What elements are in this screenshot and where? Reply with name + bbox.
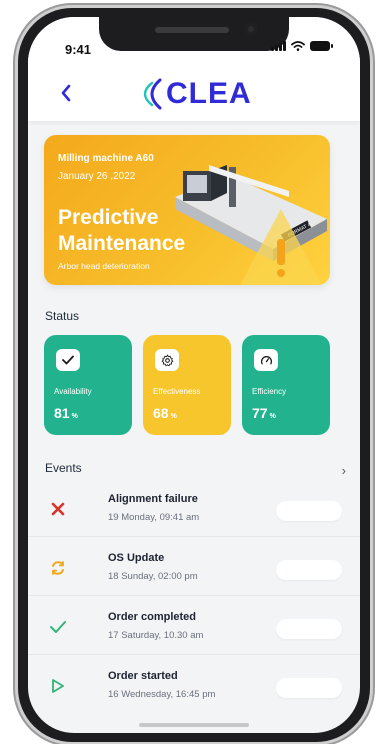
notch <box>99 17 289 51</box>
check-icon <box>48 617 68 637</box>
check-icon <box>62 355 74 365</box>
logo-waves-icon <box>143 78 162 110</box>
card-label: Efficiency <box>252 387 287 396</box>
system-icons <box>271 41 333 51</box>
events-section-title: Events <box>45 461 82 475</box>
status-card-efficiency[interactable]: Efficiency 77% <box>242 335 330 435</box>
card-value: 81% <box>54 405 78 421</box>
event-date: 18 Sunday, 02:00 pm <box>108 571 198 582</box>
event-status-pill <box>276 678 342 698</box>
event-row-order-started[interactable]: Order started 16 Wednesday, 16:45 pm <box>28 656 360 714</box>
status-card-availability[interactable]: Availability 81% <box>44 335 132 435</box>
banner-title: Predictive Maintenance <box>58 205 185 257</box>
signal-icon <box>271 41 286 51</box>
event-row-alignment-failure[interactable]: Alignment failure 19 Monday, 09:41 am <box>28 479 360 537</box>
x-icon <box>48 499 68 519</box>
banner-note: Arbor head deterioration <box>58 261 150 271</box>
battery-icon <box>310 41 333 51</box>
banner-title-line1: Predictive <box>58 206 159 229</box>
banner-date: January 26 ,2022 <box>58 171 136 182</box>
wifi-icon <box>291 41 305 51</box>
event-status-pill <box>276 560 342 580</box>
refresh-icon <box>48 558 68 578</box>
event-date: 17 Saturday, 10.30 am <box>108 630 204 641</box>
clea-logo: CLEA <box>140 77 252 111</box>
status-time: 9:41 <box>65 42 92 57</box>
card-label: Availability <box>54 387 92 396</box>
gear-icon <box>161 354 173 366</box>
status-bar: 9:41 <box>28 17 360 65</box>
phone-frame: 9:41 CLEA FORMAT 4 Milling machine A60 J… <box>18 8 370 742</box>
warning-triangle-icon <box>240 209 322 285</box>
status-card-effectiveness[interactable]: Effectiveness 68% <box>143 335 231 435</box>
event-status-pill <box>276 619 342 639</box>
logo-text: CLEA <box>166 77 252 110</box>
chevron-left-icon <box>61 84 71 102</box>
efficiency-icon-box <box>254 349 278 371</box>
event-title: OS Update <box>108 552 165 564</box>
main-content: FORMAT 4 Milling machine A60 January 26 … <box>28 121 360 733</box>
event-date: 16 Wednesday, 16:45 pm <box>108 689 216 700</box>
status-section-title: Status <box>45 309 80 323</box>
event-status-pill <box>276 501 342 521</box>
event-title: Order started <box>108 670 178 682</box>
event-title: Order completed <box>108 611 197 623</box>
phone-screen: 9:41 CLEA FORMAT 4 Milling machine A60 J… <box>28 17 360 733</box>
card-value: 68% <box>153 405 177 421</box>
maintenance-banner[interactable]: FORMAT 4 Milling machine A60 January 26 … <box>44 135 330 285</box>
banner-machine-name: Milling machine A60 <box>58 153 154 164</box>
chevron-right-icon[interactable]: › <box>342 463 346 478</box>
speaker <box>155 27 229 33</box>
back-button[interactable] <box>56 81 76 105</box>
play-icon <box>48 676 68 696</box>
card-value: 77% <box>252 405 276 421</box>
availability-icon-box <box>56 349 80 371</box>
gauge-icon <box>260 356 272 365</box>
event-row-order-completed[interactable]: Order completed 17 Saturday, 10.30 am <box>28 597 360 655</box>
event-row-os-update[interactable]: OS Update 18 Sunday, 02:00 pm <box>28 538 360 596</box>
home-indicator[interactable] <box>139 723 249 727</box>
app-header: CLEA <box>28 65 360 121</box>
event-title: Alignment failure <box>108 493 198 505</box>
banner-title-line2: Maintenance <box>58 232 186 255</box>
event-date: 19 Monday, 09:41 am <box>108 512 200 523</box>
card-label: Effectiveness <box>153 387 201 396</box>
effectiveness-icon-box <box>155 349 179 371</box>
front-camera <box>245 23 257 35</box>
